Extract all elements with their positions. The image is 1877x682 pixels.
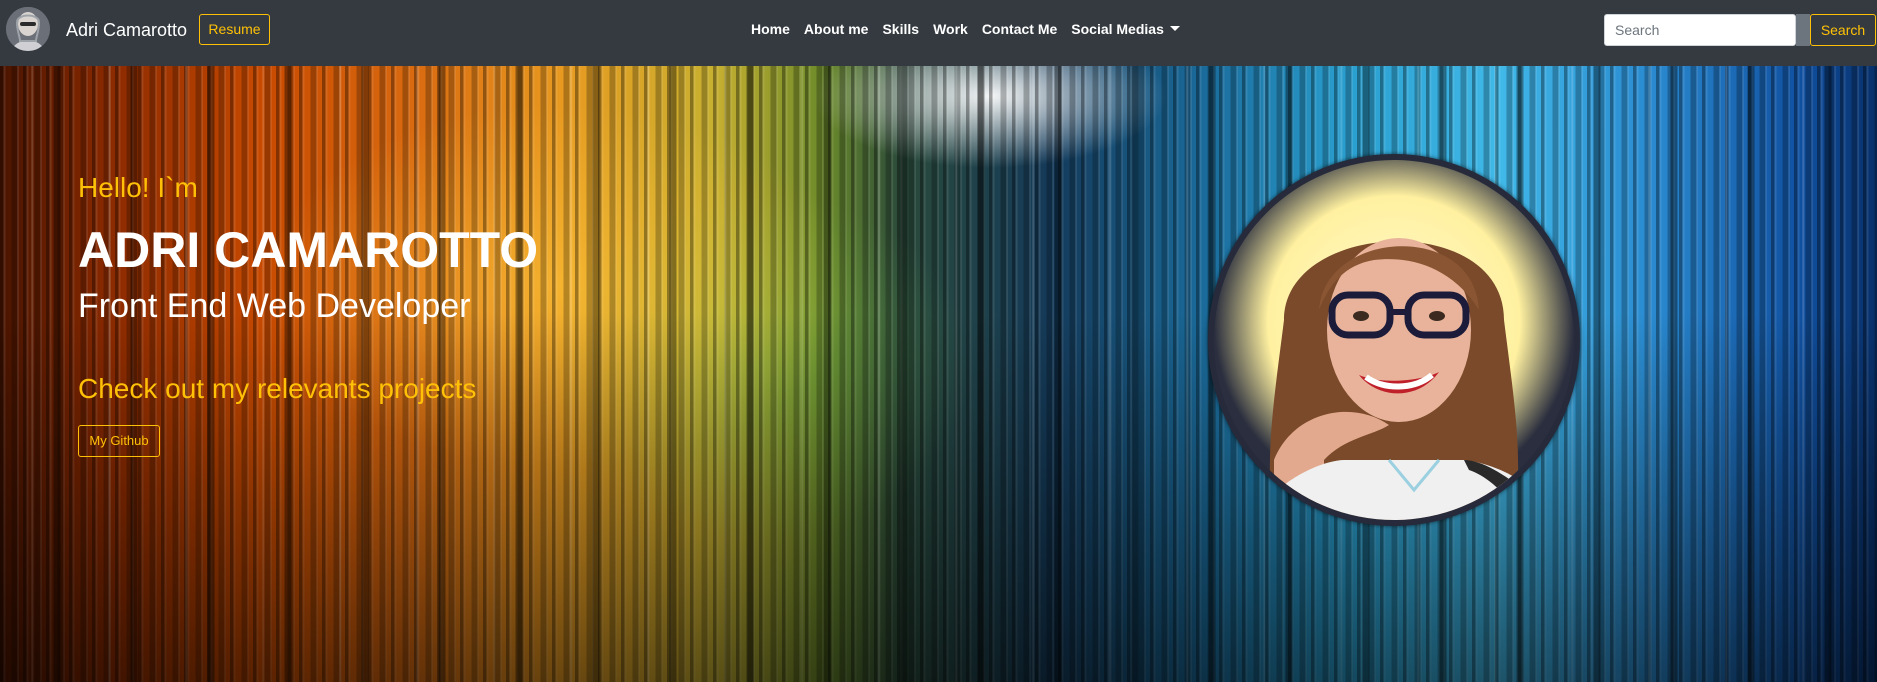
caret-down-icon — [1169, 25, 1180, 31]
nav-work[interactable]: Work — [926, 19, 975, 39]
hero-greeting: Hello! I`m — [78, 172, 198, 203]
navbar: Adri Camarotto Resume Home About me Skil… — [0, 0, 1877, 66]
nav-about-me[interactable]: About me — [797, 19, 876, 39]
nav-links: Home About me Skills Work Contact Me Soc… — [744, 19, 1187, 39]
hero-role: Front End Web Developer — [78, 287, 471, 325]
search-input[interactable] — [1604, 14, 1796, 46]
search-divider — [1796, 14, 1810, 46]
social-medias-label: Social Medias — [1071, 21, 1164, 37]
projects-heading: Check out my relevants projects — [78, 373, 477, 404]
resume-button[interactable]: Resume — [199, 14, 270, 45]
search-button[interactable]: Search — [1810, 14, 1876, 46]
profile-photo — [1214, 160, 1574, 520]
nav-social-medias-dropdown[interactable]: Social Medias — [1064, 19, 1187, 39]
hero-name: ADRI CAMAROTTO — [78, 222, 539, 278]
nav-skills[interactable]: Skills — [875, 19, 926, 39]
brand-name[interactable]: Adri Camarotto — [66, 19, 187, 41]
brand-avatar[interactable] — [6, 7, 50, 51]
nav-contact-me[interactable]: Contact Me — [975, 19, 1064, 39]
github-button[interactable]: My Github — [78, 425, 160, 457]
nav-home[interactable]: Home — [744, 19, 797, 39]
